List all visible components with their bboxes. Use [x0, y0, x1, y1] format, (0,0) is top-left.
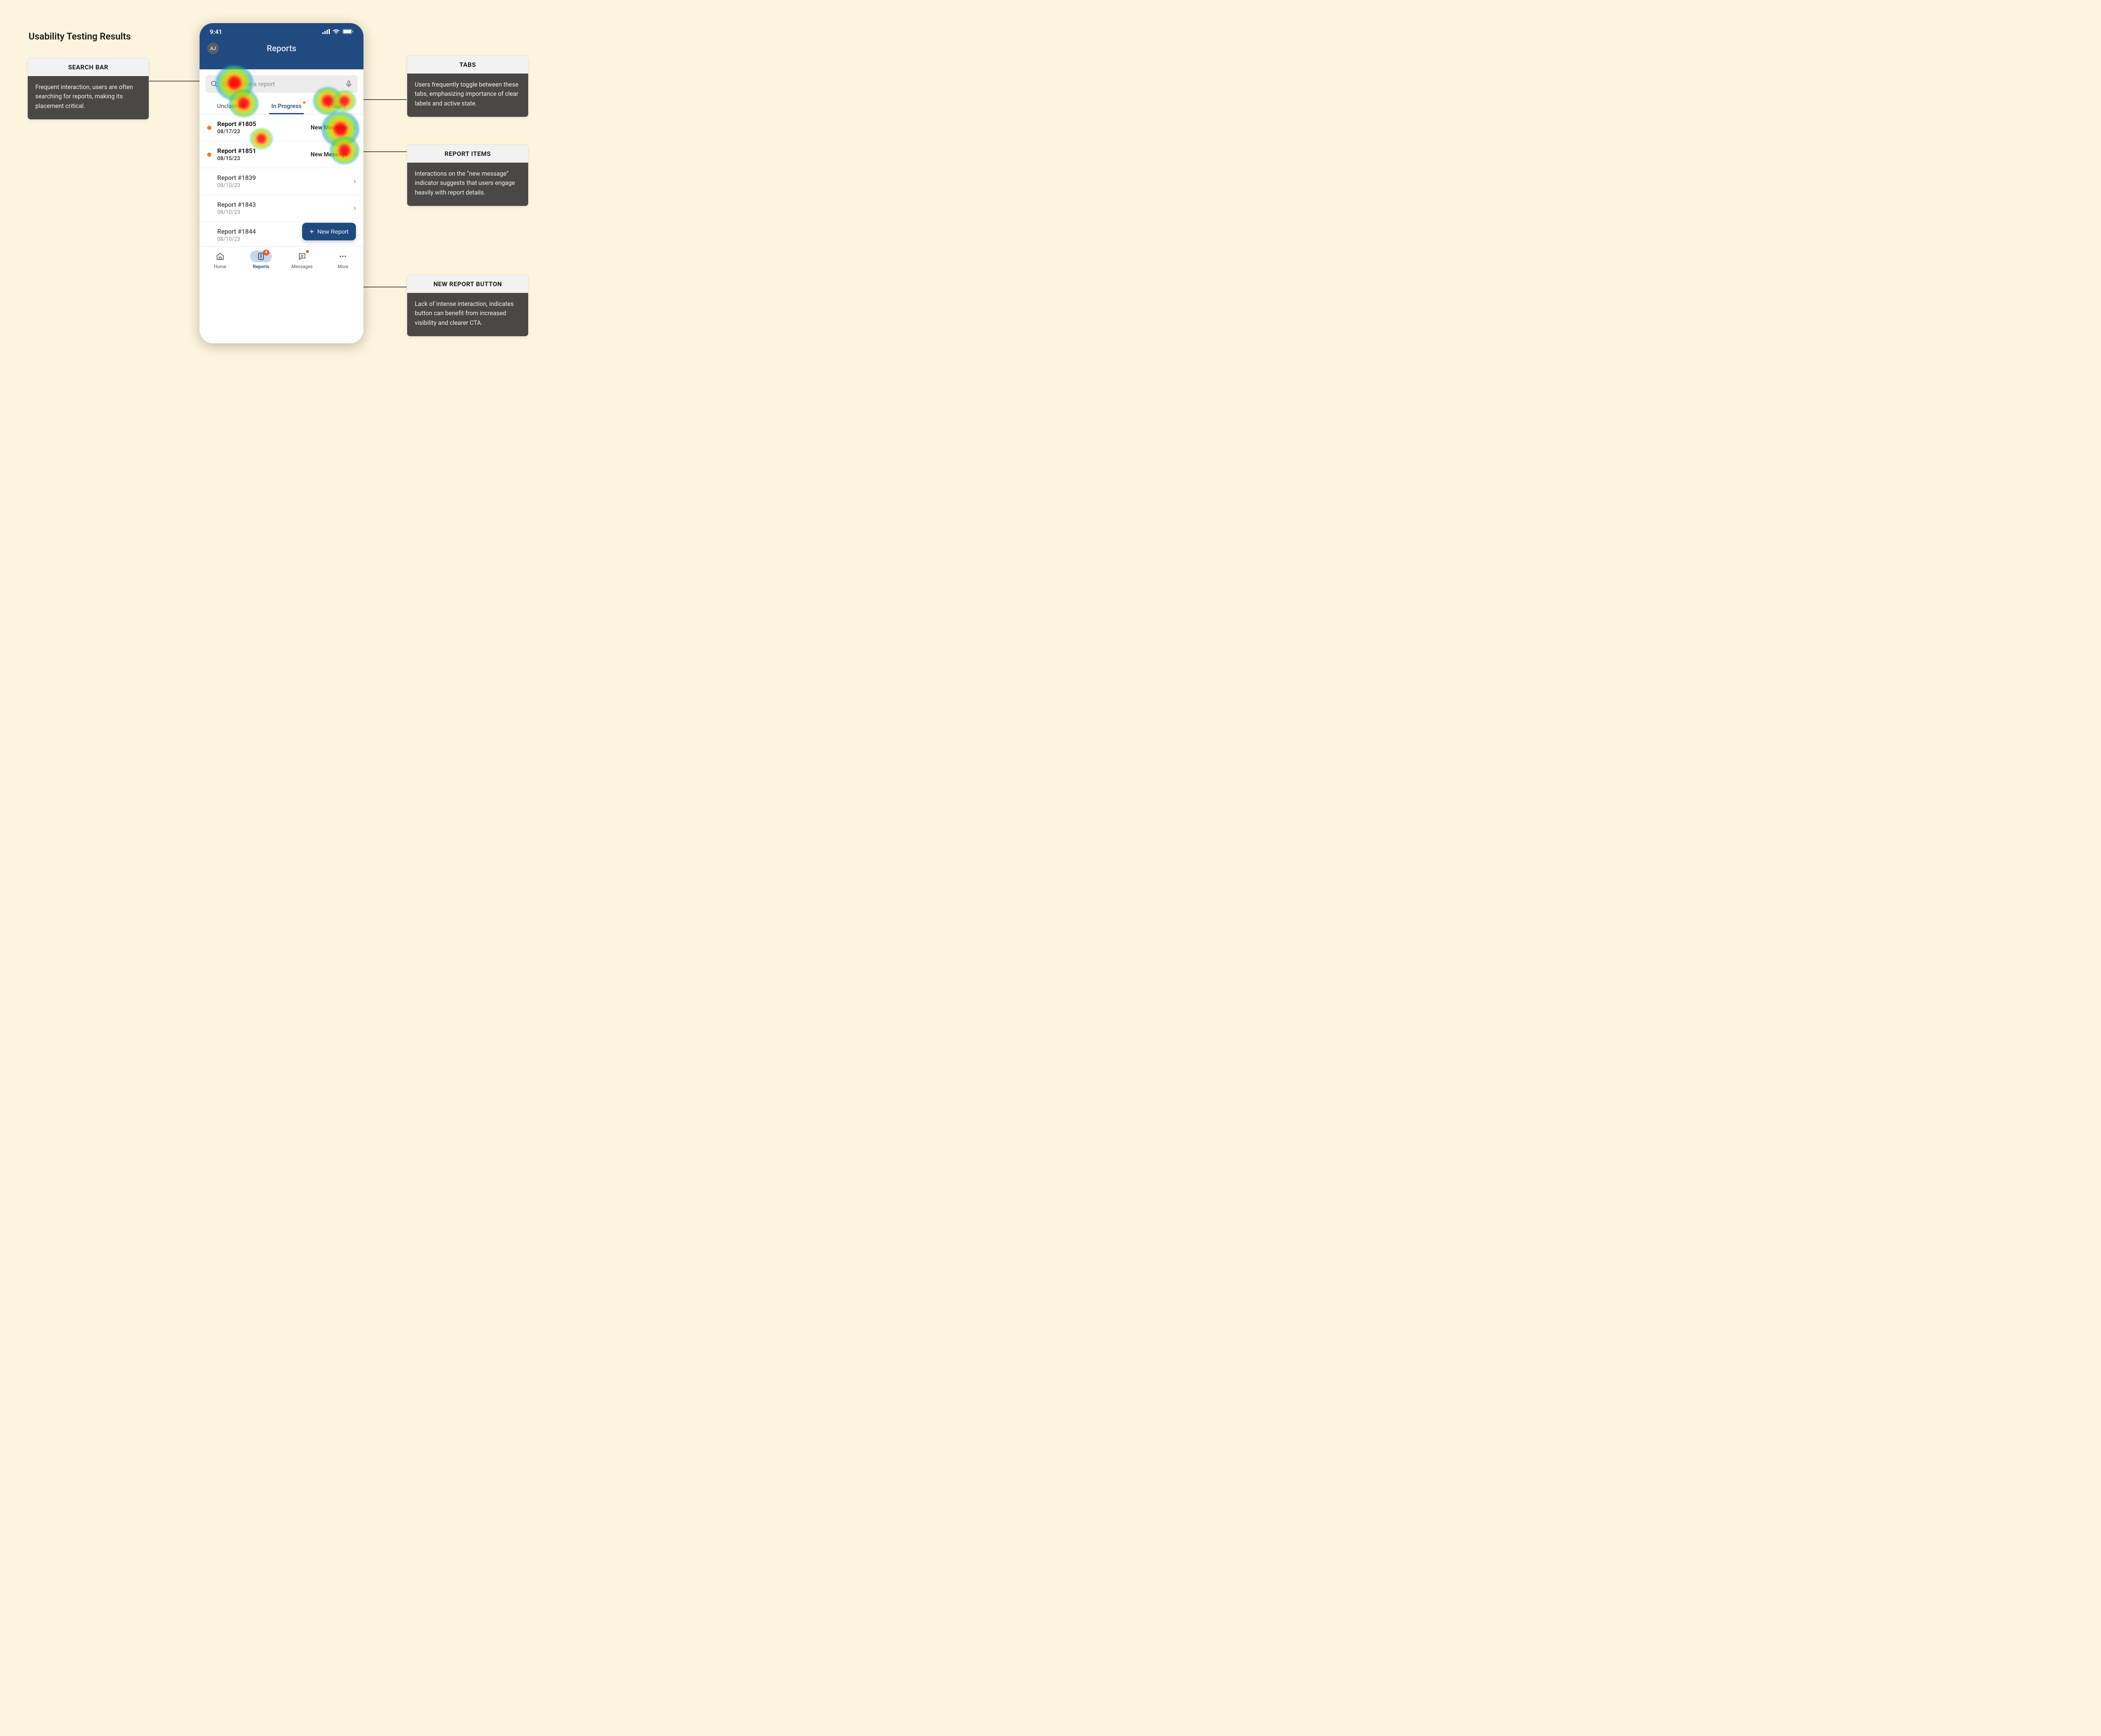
callout-searchbar: SEARCH BAR Frequent interaction, users a…	[27, 58, 149, 120]
nav-home-label: Home	[214, 264, 226, 269]
callout-new-report: NEW REPORT BUTTON Lack of intense intera…	[407, 275, 529, 337]
app-title: Reports	[267, 43, 296, 53]
nav-home[interactable]: Home	[209, 250, 231, 269]
report-date: 08/10/23	[217, 209, 350, 216]
tab-unclaimed-label: Unclaimed	[217, 103, 245, 110]
callout-new-report-title: NEW REPORT BUTTON	[407, 275, 528, 293]
report-row[interactable]: Report #1843 08/10/23 ›	[200, 195, 363, 222]
callout-tabs-body: Users frequently toggle between these ta…	[407, 74, 528, 117]
page-title: Usability Testing Results	[29, 32, 131, 42]
tabs: Unclaimed In Progress Closed	[200, 97, 363, 114]
phone-header: 9:41 AJ Reports	[200, 23, 363, 69]
nav-messages-dot	[306, 250, 309, 253]
report-date: 08/15/23	[217, 155, 306, 162]
report-name: Report #1851	[217, 147, 306, 155]
nav-more[interactable]: More	[332, 250, 354, 269]
callout-new-report-body: Lack of intense interaction, indicates b…	[407, 293, 528, 336]
report-row[interactable]: Report #1851 08/15/23 New Message ›	[200, 141, 363, 168]
mic-icon[interactable]	[345, 80, 353, 88]
report-row[interactable]: Report #1839 08/10/23 ›	[200, 168, 363, 195]
nav-reports-label: Reports	[253, 264, 269, 269]
callout-report-items-body: Interactions on the “new message” indica…	[407, 163, 528, 206]
nav-reports-badge: 4	[263, 250, 270, 256]
bottom-nav: Home 4 Reports Messages More	[200, 246, 363, 276]
wifi-icon	[332, 28, 340, 36]
report-name: Report #1805	[217, 120, 306, 128]
tab-closed-label: Closed	[328, 103, 346, 110]
chevron-right-icon: ›	[354, 150, 356, 159]
tab-unclaimed[interactable]: Unclaimed	[215, 99, 247, 114]
nav-messages[interactable]: Messages	[291, 250, 313, 269]
chevron-right-icon: ›	[354, 177, 356, 186]
callout-searchbar-title: SEARCH BAR	[28, 58, 149, 76]
nav-more-label: More	[338, 264, 348, 269]
callout-report-items-title: REPORT ITEMS	[407, 145, 528, 163]
tab-in-progress-label: In Progress	[271, 103, 302, 110]
avatar[interactable]: AJ	[207, 42, 219, 54]
chevron-right-icon: ›	[354, 123, 356, 132]
search-icon	[211, 80, 218, 88]
nav-messages-label: Messages	[292, 264, 313, 269]
status-time: 9:41	[210, 28, 222, 36]
status-icons	[322, 28, 353, 36]
tab-closed[interactable]: Closed	[325, 99, 348, 114]
report-date: 08/10/23	[217, 182, 350, 189]
more-icon	[339, 252, 347, 261]
phone-body: Unclaimed In Progress Closed Report #180…	[200, 75, 363, 276]
new-report-button[interactable]: + New Report	[302, 223, 356, 240]
search-input[interactable]	[222, 81, 341, 88]
phone-mockup: 9:41 AJ Reports Unclaimed In Progress	[200, 23, 363, 343]
status-bar: 9:41	[200, 23, 363, 36]
report-name: Report #1843	[217, 201, 350, 208]
callout-searchbar-body: Frequent interaction, users are often se…	[28, 76, 149, 119]
nav-reports[interactable]: 4 Reports	[250, 250, 272, 269]
search-bar[interactable]	[205, 75, 358, 93]
callout-report-items: REPORT ITEMS Interactions on the “new me…	[407, 145, 529, 206]
report-status: New Message	[311, 124, 348, 131]
messages-icon	[298, 252, 306, 261]
report-date: 08/17/23	[217, 129, 306, 135]
plus-icon: +	[310, 228, 314, 235]
battery-icon	[342, 28, 353, 36]
callout-tabs: TABS Users frequently toggle between the…	[407, 55, 529, 117]
tab-indicator-dot	[303, 101, 305, 104]
app-bar: AJ Reports	[200, 43, 363, 53]
report-name: Report #1839	[217, 174, 350, 182]
chevron-right-icon: ›	[354, 204, 356, 213]
home-icon	[216, 252, 224, 261]
signal-icon	[322, 28, 330, 36]
report-row[interactable]: Report #1805 08/17/23 New Message ›	[200, 114, 363, 141]
callout-tabs-title: TABS	[407, 56, 528, 74]
unread-dot	[207, 126, 211, 130]
tab-in-progress[interactable]: In Progress	[269, 99, 304, 114]
new-report-label: New Report	[317, 228, 348, 235]
report-status: New Message	[311, 151, 348, 158]
unread-dot	[207, 153, 211, 157]
